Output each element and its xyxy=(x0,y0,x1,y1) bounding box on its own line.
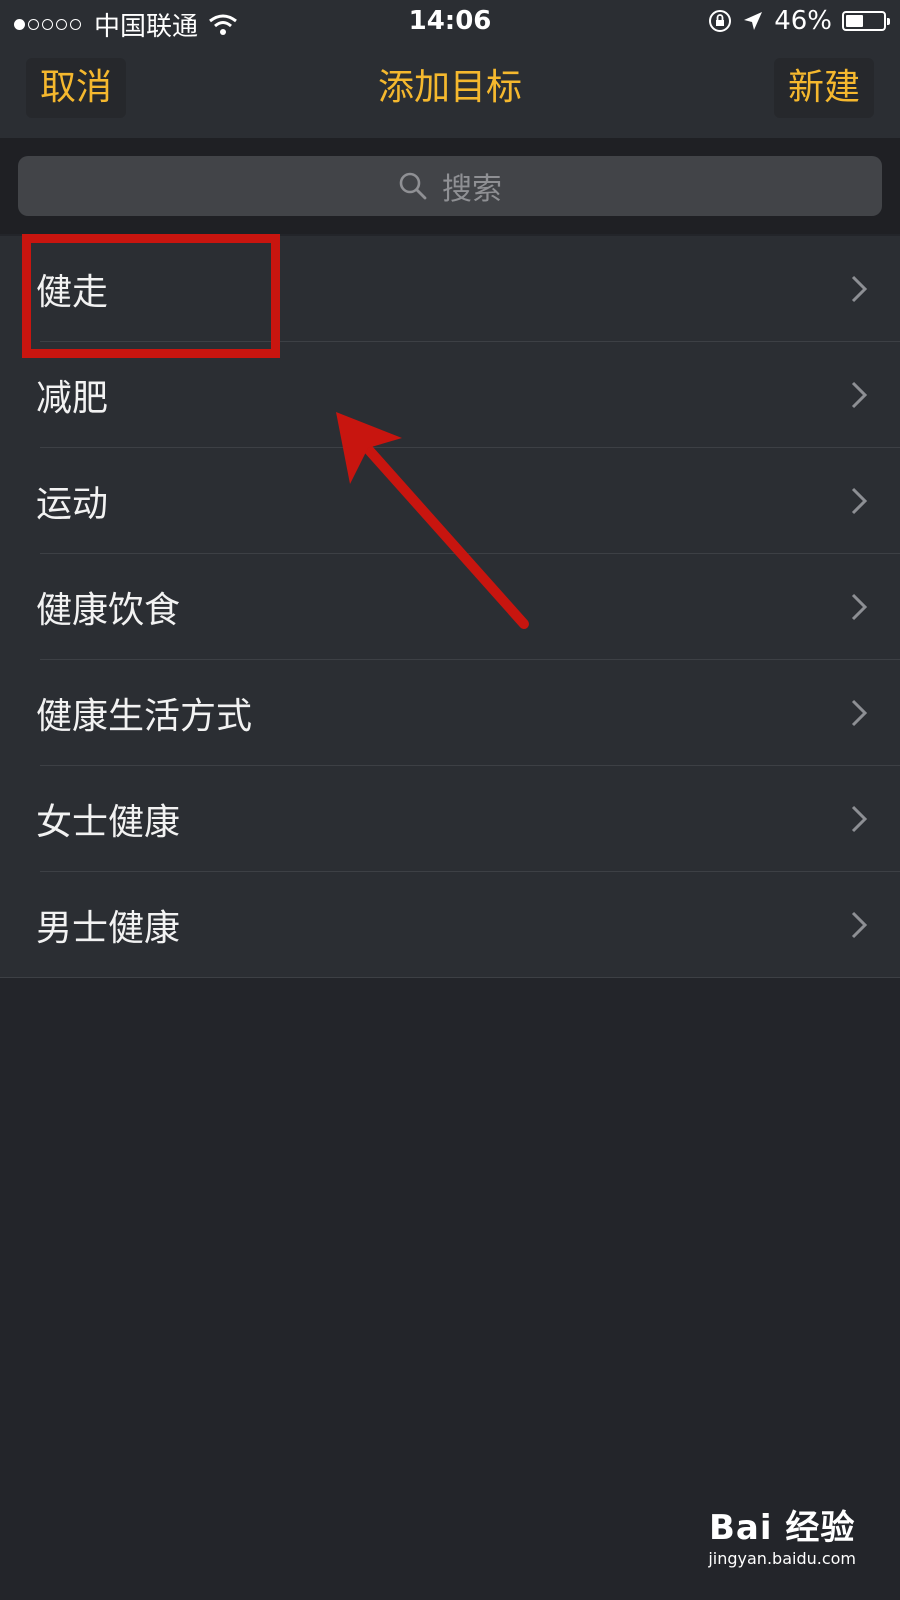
list-item-label: 男士健康 xyxy=(36,908,181,949)
watermark-url: jingyan.baidu.com xyxy=(708,1549,856,1568)
list-item-label: 女士健康 xyxy=(36,802,181,843)
annotation-arrow-icon xyxy=(336,412,529,629)
divider xyxy=(0,977,900,978)
chevron-right-icon xyxy=(851,805,868,833)
list-item-womens-health[interactable]: 女士健康 xyxy=(0,766,900,872)
chevron-right-icon xyxy=(851,911,868,939)
list-item-mens-health[interactable]: 男士健康 xyxy=(0,872,900,978)
watermark-logo: Bai 经验 xyxy=(708,1508,856,1548)
baidu-jingyan-watermark: Bai 经验 jingyan.baidu.com xyxy=(708,1500,856,1568)
chevron-right-icon xyxy=(851,699,868,727)
